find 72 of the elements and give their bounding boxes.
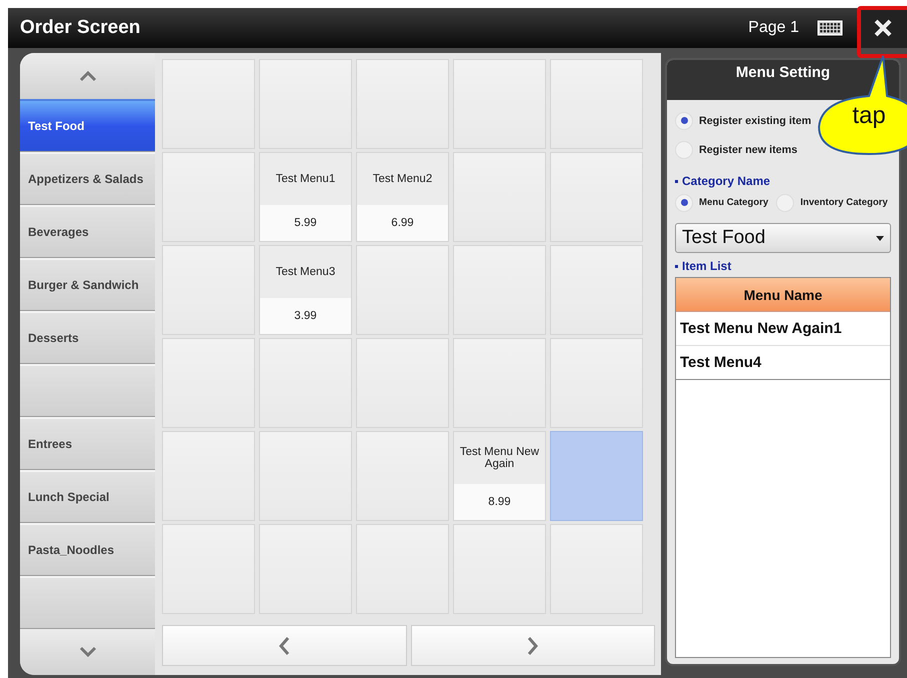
column-header: Menu Name [676, 278, 890, 312]
category-item[interactable]: Burger & Sandwich [20, 258, 155, 311]
empty-menu-slot[interactable] [259, 59, 352, 149]
window-title: Order Screen [20, 17, 142, 39]
empty-menu-slot[interactable] [550, 245, 643, 335]
table-row[interactable]: Test Menu New Again1 [676, 312, 890, 346]
table-row[interactable]: Test Menu4 [676, 346, 890, 380]
category-item[interactable] [20, 576, 155, 629]
empty-menu-slot[interactable] [356, 59, 449, 149]
category-item[interactable]: Desserts [20, 311, 155, 364]
empty-menu-slot[interactable] [453, 245, 546, 335]
section-label: Item List [675, 259, 891, 273]
empty-menu-slot[interactable] [162, 59, 255, 149]
empty-menu-slot[interactable] [356, 431, 449, 521]
empty-menu-slot[interactable] [550, 524, 643, 614]
chevron-right-icon [526, 636, 539, 656]
empty-menu-slot[interactable] [550, 59, 643, 149]
previous-page-button[interactable] [162, 625, 406, 666]
empty-menu-slot[interactable] [356, 245, 449, 335]
radio-label: Menu Category [699, 197, 768, 208]
empty-menu-slot[interactable] [162, 245, 255, 335]
radio-label: Inventory Category [800, 197, 888, 208]
section-label: Category Name [675, 174, 891, 188]
callout-text: tap [851, 102, 887, 130]
page-indicator: Page 1 [748, 19, 799, 37]
category-item[interactable]: Appetizers & Salads [20, 152, 155, 205]
empty-menu-slot[interactable] [259, 338, 352, 428]
close-icon [872, 18, 892, 38]
radio-button[interactable] [675, 112, 693, 130]
empty-menu-slot[interactable] [550, 152, 643, 242]
menu-item-price: 5.99 [260, 205, 351, 241]
category-item[interactable]: Test Food [20, 99, 155, 152]
chevron-left-icon [278, 636, 290, 656]
empty-menu-slot[interactable] [550, 338, 643, 428]
radio-button[interactable] [675, 194, 693, 212]
menu-item-button[interactable]: Test Menu1 5.99 [259, 152, 352, 242]
scroll-down-button[interactable] [20, 629, 155, 675]
menu-item-button[interactable]: Test Menu2 6.99 [356, 152, 449, 242]
empty-menu-slot[interactable] [453, 338, 546, 428]
category-item[interactable]: Entrees [20, 417, 155, 470]
highlight-rectangle [857, 6, 907, 58]
empty-menu-slot[interactable] [259, 431, 352, 521]
empty-menu-slot[interactable] [453, 152, 546, 242]
chevron-up-icon [78, 70, 96, 82]
empty-menu-slot[interactable] [453, 59, 546, 149]
empty-menu-slot[interactable] [453, 524, 546, 614]
category-item[interactable]: Lunch Special [20, 470, 155, 523]
radio-label: Register existing item [699, 114, 812, 126]
menu-item-price: 3.99 [260, 298, 351, 334]
empty-menu-slot[interactable] [162, 152, 255, 242]
panel-title: Menu Setting [667, 60, 899, 100]
empty-menu-slot[interactable] [259, 524, 352, 614]
menu-item-price: 6.99 [357, 205, 448, 241]
empty-menu-slot[interactable] [162, 338, 255, 428]
empty-menu-slot[interactable] [356, 338, 449, 428]
empty-menu-slot[interactable] [356, 524, 449, 614]
radio-label: Register new items [699, 144, 798, 156]
empty-menu-slot[interactable] [162, 431, 255, 521]
menu-item-button[interactable]: Test Menu New Again 8.99 [453, 431, 546, 521]
category-item[interactable]: Beverages [20, 205, 155, 258]
menu-item-button[interactable]: Test Menu3 3.99 [259, 245, 352, 335]
menu-item-price: 8.99 [454, 484, 545, 520]
empty-menu-slot[interactable] [162, 524, 255, 614]
category-item[interactable] [20, 364, 155, 417]
next-page-button[interactable] [410, 625, 655, 666]
scroll-up-button[interactable] [20, 53, 155, 99]
keyboard-icon[interactable] [817, 20, 843, 36]
category-item[interactable]: Pasta_Noodles [20, 523, 155, 576]
dropdown-caret-icon [876, 236, 884, 240]
chevron-down-icon [78, 646, 96, 658]
category-dropdown[interactable]: Test Food [675, 223, 891, 253]
empty-menu-slot[interactable] [550, 431, 643, 521]
